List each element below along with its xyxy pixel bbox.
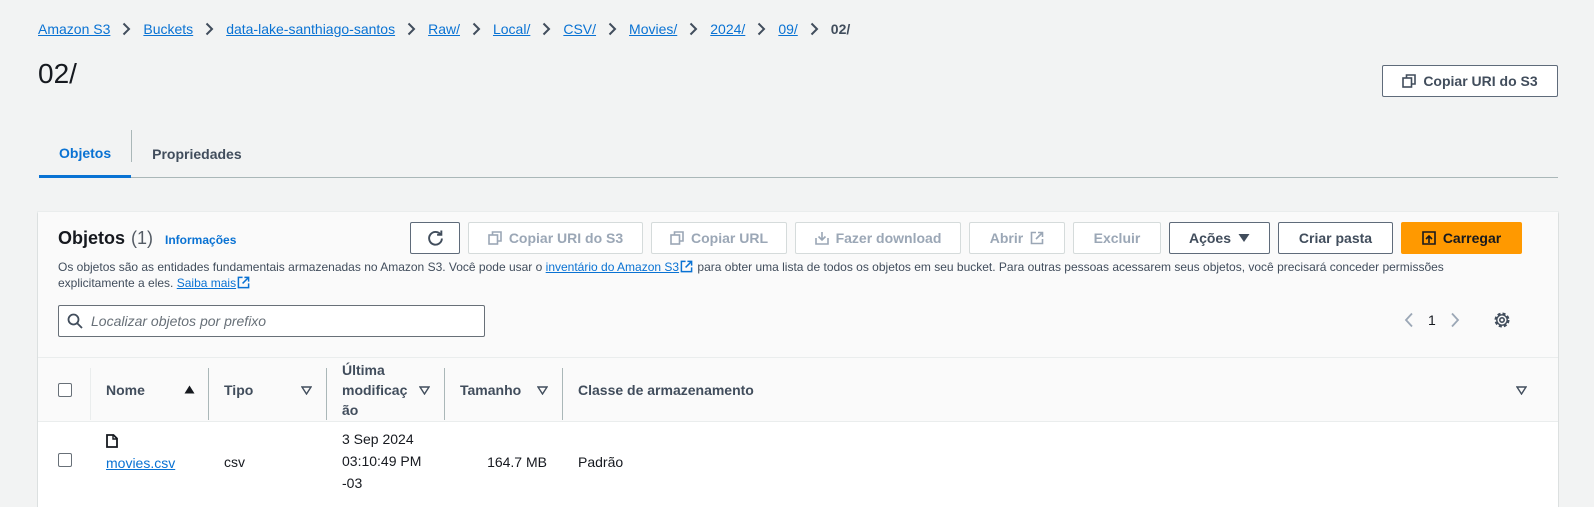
caret-down-icon — [1238, 234, 1250, 242]
sort-icon — [537, 386, 548, 395]
chevron-right-icon — [596, 22, 629, 36]
row-checkbox[interactable] — [58, 453, 72, 467]
sort-icon — [1516, 386, 1527, 395]
external-link-icon — [680, 260, 693, 273]
copy-icon — [1402, 74, 1417, 88]
chevron-right-icon — [798, 22, 831, 36]
column-divider[interactable] — [562, 368, 563, 420]
column-divider[interactable] — [208, 368, 209, 420]
file-icon — [106, 434, 118, 448]
breadcrumb-2024[interactable]: 2024/ — [710, 21, 745, 37]
breadcrumb-raw[interactable]: Raw/ — [428, 21, 460, 37]
page-number[interactable]: 1 — [1428, 312, 1436, 328]
chevron-right-icon — [460, 22, 493, 36]
copy-s3-uri-button[interactable]: Copiar URI do S3 — [1382, 65, 1558, 97]
copy-s3-uri-label: Copiar URI do S3 — [1423, 73, 1538, 89]
download-button[interactable]: Fazer download — [795, 222, 961, 254]
objects-toolbar: Copiar URI do S3 Copiar URL Fazer downlo… — [410, 222, 1522, 254]
column-header-size[interactable]: Tamanho — [460, 358, 560, 422]
column-divider — [90, 368, 91, 420]
chevron-right-icon — [745, 22, 778, 36]
panel-title: Objetos (1) Informações — [58, 228, 236, 249]
upload-button[interactable]: Carregar — [1401, 222, 1522, 254]
objects-description: Os objetos são as entidades fundamentais… — [58, 260, 1444, 290]
objects-heading: Objetos — [58, 228, 126, 248]
info-link[interactable]: Informações — [165, 233, 236, 247]
tab-properties[interactable]: Propriedades — [132, 130, 261, 177]
chevron-right-icon — [677, 22, 710, 36]
copy-icon — [488, 231, 502, 245]
objects-panel: Objetos (1) Informações Copiar URI do S3… — [38, 212, 1558, 507]
sort-icon — [301, 386, 312, 395]
chevron-right-icon — [530, 22, 563, 36]
column-header-name[interactable]: Nome — [106, 358, 206, 422]
learn-more-link[interactable]: Saiba mais — [177, 276, 236, 290]
column-divider[interactable] — [326, 368, 327, 420]
external-link-icon — [1030, 231, 1044, 245]
search-icon — [67, 313, 83, 329]
delete-button[interactable]: Excluir — [1073, 222, 1161, 254]
chevron-right-icon — [395, 22, 428, 36]
upload-icon — [1422, 231, 1436, 245]
breadcrumb-buckets[interactable]: Buckets — [143, 21, 193, 37]
download-icon — [814, 232, 829, 245]
refresh-icon — [427, 230, 443, 246]
select-all-checkbox[interactable] — [58, 383, 72, 397]
copy-s3-uri-toolbar-button[interactable]: Copiar URI do S3 — [468, 222, 643, 254]
open-button[interactable]: Abrir — [969, 222, 1065, 254]
refresh-button[interactable] — [410, 222, 460, 254]
column-header-type[interactable]: Tipo — [224, 358, 324, 422]
column-header-last-modified[interactable]: Última modificaç ão — [342, 358, 442, 422]
panel-header: Objetos (1) Informações Copiar URI do S3… — [38, 212, 1558, 358]
column-divider[interactable] — [444, 368, 445, 420]
breadcrumb-amazon-s3[interactable]: Amazon S3 — [38, 21, 110, 37]
external-link-icon — [237, 276, 250, 289]
breadcrumb-09[interactable]: 09/ — [778, 21, 797, 37]
copy-icon — [670, 231, 684, 245]
chevron-right-icon — [110, 22, 143, 36]
table-header: Nome Tipo Última modificaç ão Tamanho Cl… — [38, 358, 1558, 422]
tab-objects[interactable]: Objetos — [39, 130, 132, 178]
breadcrumb: Amazon S3 Buckets data-lake-santhiago-sa… — [38, 21, 850, 37]
page-title: 02/ — [38, 58, 77, 89]
chevron-left-icon[interactable] — [1404, 312, 1414, 328]
chevron-right-icon — [193, 22, 226, 36]
copy-url-button[interactable]: Copiar URL — [651, 222, 787, 254]
gear-icon[interactable] — [1493, 311, 1511, 329]
search-input[interactable] — [91, 313, 461, 329]
object-name-cell: movies.csv — [106, 434, 175, 474]
breadcrumb-current: 02/ — [830, 21, 851, 37]
sort-ascending-icon — [184, 385, 195, 394]
breadcrumb-csv[interactable]: CSV/ — [563, 21, 596, 37]
tab-bar: Objetos Propriedades — [39, 130, 1558, 178]
breadcrumb-movies[interactable]: Movies/ — [629, 21, 677, 37]
column-header-storage-class[interactable]: Classe de armazenamento — [578, 358, 1538, 422]
object-size: 164.7 MB — [487, 454, 547, 470]
object-storage-class: Padrão — [578, 454, 624, 470]
objects-count: (1) — [131, 228, 154, 248]
actions-dropdown[interactable]: Ações — [1169, 222, 1270, 254]
object-type: csv — [224, 454, 245, 470]
object-last-modified: 3 Sep 2024 03:10:49 PM -03 — [342, 431, 422, 491]
chevron-right-icon[interactable] — [1450, 312, 1460, 328]
create-folder-button[interactable]: Criar pasta — [1278, 222, 1393, 254]
inventory-link[interactable]: inventário do Amazon S3 — [546, 260, 679, 274]
sort-icon — [419, 386, 430, 395]
object-link[interactable]: movies.csv — [106, 455, 175, 471]
prefix-search — [58, 305, 485, 337]
table-row: movies.csv csv 3 Sep 2024 03:10:49 PM -0… — [38, 422, 1558, 502]
breadcrumb-local[interactable]: Local/ — [493, 21, 530, 37]
breadcrumb-bucket[interactable]: data-lake-santhiago-santos — [226, 21, 395, 37]
pagination: 1 — [1404, 312, 1460, 328]
